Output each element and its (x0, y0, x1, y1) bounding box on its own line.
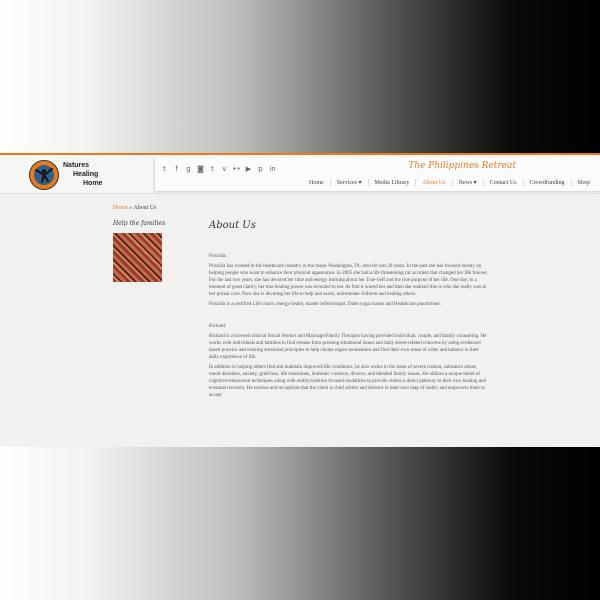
flickr-icon[interactable]: •• (232, 164, 241, 173)
priscilla-credentials: Priscilla is a certified Life coach, ene… (209, 302, 441, 307)
logo-icon[interactable] (29, 160, 59, 190)
logo-line-2: Healing (73, 171, 99, 178)
background-gradient-top (0, 0, 600, 153)
linkedin-icon[interactable]: in (268, 164, 277, 173)
site-header: Natures Healing Home t f g ◙ t v •• ▶ p … (0, 155, 600, 194)
logo-text[interactable]: Natures Healing Home (63, 161, 102, 188)
website-frame: Natures Healing Home t f g ◙ t v •• ▶ p … (0, 153, 600, 447)
tumblr-icon[interactable]: t (208, 164, 217, 173)
richard-heading: Richard: (209, 324, 227, 329)
youtube-icon[interactable]: ▶ (244, 164, 253, 173)
logo-line-1: Natures (63, 162, 90, 169)
logo-line-3: Home (83, 180, 103, 187)
vimeo-icon[interactable]: v (220, 164, 229, 173)
background-gradient-bottom (0, 447, 600, 600)
priscilla-heading: Priscilla: (209, 254, 227, 259)
site-tagline: The Philippines Retreat (408, 161, 516, 171)
google-plus-icon[interactable]: g (184, 164, 193, 173)
nav-item-crowdfunding[interactable]: Crowdfunding (524, 179, 572, 187)
nav-item-home[interactable]: Home (303, 179, 331, 187)
sidebar-title: Help the families (113, 220, 166, 227)
breadcrumb: Home » About Us (113, 205, 157, 211)
social-icons: t f g ◙ t v •• ▶ p in (160, 164, 277, 173)
nav-item-contact-us[interactable]: Contact Us (484, 179, 524, 187)
breadcrumb-current: About Us (133, 205, 157, 211)
twitter-icon[interactable]: t (160, 164, 169, 173)
richard-bio: Richard is a licensed clinical Social Wo… (209, 334, 487, 360)
nav-item-shop[interactable]: Shop (572, 179, 596, 187)
page-title: About Us (209, 220, 256, 231)
nav-item-services[interactable]: Services ▾ (331, 179, 369, 187)
breadcrumb-separator: » (129, 205, 133, 211)
nav-item-news[interactable]: News ▾ (453, 179, 484, 187)
priscilla-bio: Priscilla has worked in the healthcare i… (209, 264, 488, 297)
instagram-icon[interactable]: ◙ (196, 164, 205, 173)
facebook-icon[interactable]: f (172, 164, 181, 173)
sidebar-photo[interactable] (113, 233, 162, 282)
page-content: Home » About Us Help the families About … (0, 193, 600, 447)
header-panel: t f g ◙ t v •• ▶ p in The Philippines Re… (154, 158, 600, 191)
main-nav: Home Services ▾ Media Library About Us N… (303, 179, 596, 187)
breadcrumb-home-link[interactable]: Home (113, 205, 128, 211)
richard-specialties: In addition to helping others find and m… (209, 365, 487, 398)
pinterest-icon[interactable]: p (256, 164, 265, 173)
nav-item-media-library[interactable]: Media Library (369, 179, 417, 187)
about-body: Priscilla: Priscilla has worked in the h… (209, 253, 489, 402)
nav-item-about-us[interactable]: About Us (416, 179, 453, 187)
